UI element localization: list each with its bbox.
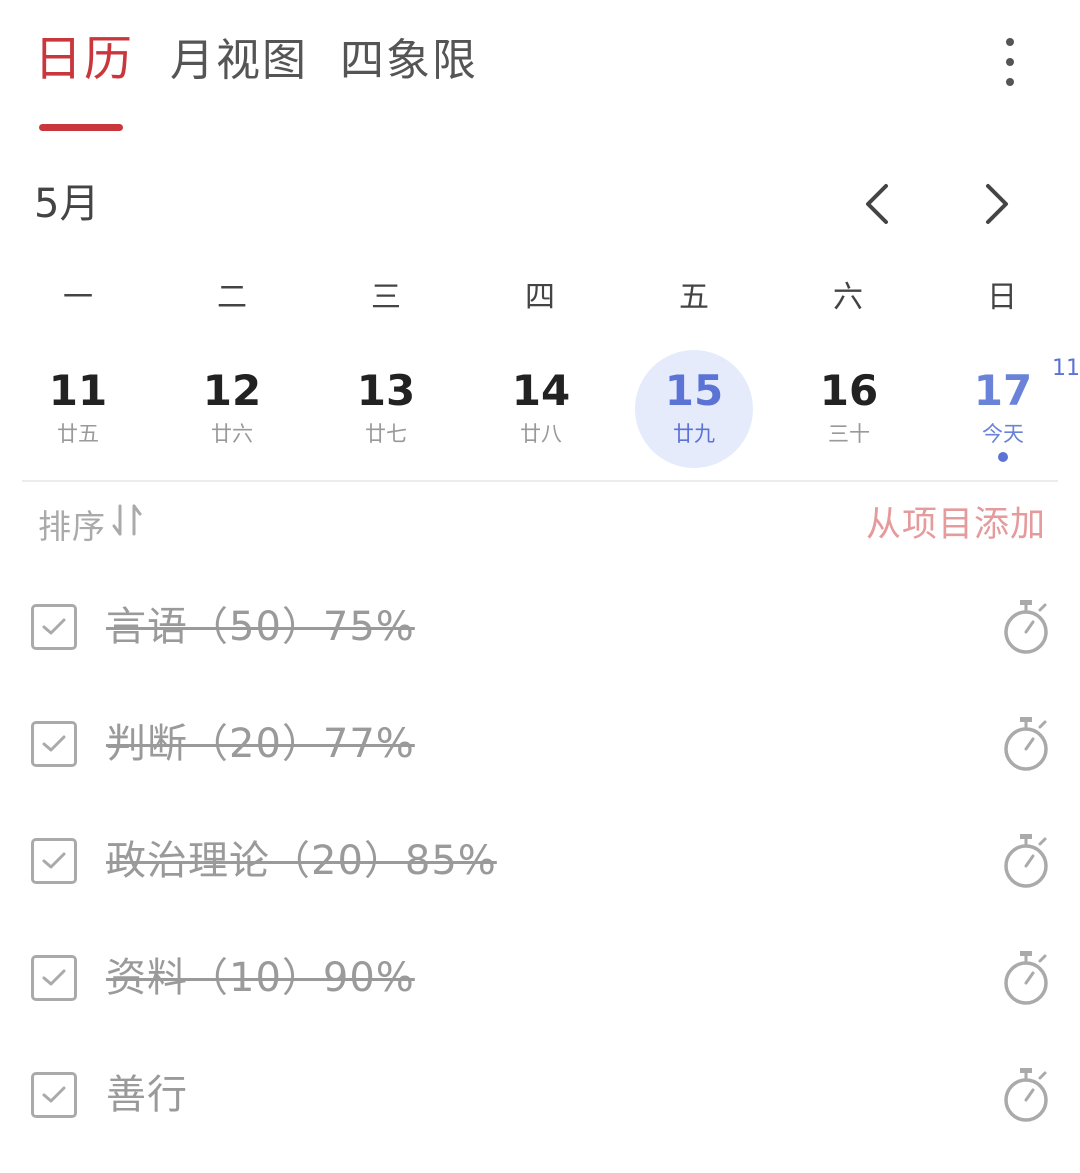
week-dates: 11 廿五 12 廿六 13 廿七 14 廿八 15 廿九 16 三十 17 今… xyxy=(0,348,1080,478)
task-row[interactable]: 判断（20）77% xyxy=(0,695,1080,795)
weekday-label: 三 xyxy=(371,280,401,315)
date-number: 17 xyxy=(973,366,1033,415)
tab-calendar[interactable]: 日历 xyxy=(34,30,134,88)
lunar-date: 今天 xyxy=(982,422,1024,446)
chevron-right-icon xyxy=(986,184,1008,224)
stopwatch-icon[interactable] xyxy=(1000,715,1054,775)
date-cell-today[interactable]: 17 今天 xyxy=(943,348,1063,472)
date-number: 15 xyxy=(664,366,724,415)
check-icon xyxy=(42,735,66,752)
add-from-project-link[interactable]: 从项目添加 xyxy=(866,500,1046,550)
stopwatch-icon[interactable] xyxy=(1000,949,1054,1009)
task-row[interactable]: 言语（50）75% xyxy=(0,578,1080,678)
lunar-date: 廿六 xyxy=(211,422,253,446)
weekday-label: 一 xyxy=(63,280,93,315)
active-tab-indicator xyxy=(39,124,123,131)
tab-quadrant[interactable]: 四象限 xyxy=(340,32,478,90)
prev-week-button[interactable] xyxy=(850,176,906,232)
lunar-date: 三十 xyxy=(828,422,870,446)
task-title: 言语（50）75% xyxy=(106,604,415,650)
task-checkbox[interactable] xyxy=(31,604,77,650)
lunar-date: 廿五 xyxy=(57,422,99,446)
check-icon xyxy=(42,1086,66,1103)
date-cell[interactable]: 11 廿五 xyxy=(18,348,138,472)
task-checkbox[interactable] xyxy=(31,955,77,1001)
dot xyxy=(1006,58,1014,66)
date-cell-selected[interactable]: 15 廿九 xyxy=(634,348,754,472)
next-week-button[interactable] xyxy=(968,176,1024,232)
date-number: 13 xyxy=(356,366,416,415)
task-title: 善行 xyxy=(106,1072,188,1118)
date-cell[interactable]: 16 三十 xyxy=(789,348,909,472)
month-label: 5月 xyxy=(34,181,100,227)
divider xyxy=(22,480,1058,482)
app-root: 日历 月视图 四象限 5月 一 二 三 四 五 六 日 11 廿五 12 廿六 … xyxy=(0,0,1080,1173)
check-icon xyxy=(42,618,66,635)
lunar-date: 廿八 xyxy=(520,422,562,446)
task-title: 判断（20）77% xyxy=(106,721,415,767)
stopwatch-icon[interactable] xyxy=(1000,832,1054,892)
weekday-label: 四 xyxy=(525,280,555,315)
lunar-date: 廿九 xyxy=(673,422,715,446)
task-row[interactable]: 政治理论（20）85% xyxy=(0,812,1080,912)
check-icon xyxy=(42,969,66,986)
date-number: 11 xyxy=(48,366,108,415)
weekday-label: 日 xyxy=(987,280,1017,315)
stopwatch-icon[interactable] xyxy=(1000,1066,1054,1126)
weekday-label: 六 xyxy=(833,280,863,315)
lunar-date: 廿七 xyxy=(365,422,407,446)
task-checkbox[interactable] xyxy=(31,1072,77,1118)
task-row[interactable]: 资料（10）90% xyxy=(0,929,1080,1029)
weekday-label: 二 xyxy=(217,280,247,315)
task-row[interactable]: 善行 xyxy=(0,1046,1080,1146)
weekday-header: 一 二 三 四 五 六 日 xyxy=(0,276,1080,320)
sort-button[interactable]: 排序 xyxy=(38,500,146,554)
date-number: 16 xyxy=(819,366,879,415)
sort-label: 排序 xyxy=(38,507,106,546)
chevron-left-icon xyxy=(866,184,888,224)
dot xyxy=(1006,38,1014,46)
date-cell[interactable]: 14 廿八 xyxy=(481,348,601,472)
date-number: 12 xyxy=(202,366,262,415)
task-title: 资料（10）90% xyxy=(106,955,415,1001)
sort-arrows-icon xyxy=(110,500,146,554)
task-checkbox[interactable] xyxy=(31,721,77,767)
today-indicator-dot xyxy=(998,452,1008,462)
corner-badge: 11 xyxy=(1052,356,1080,381)
date-number: 14 xyxy=(511,366,571,415)
weekday-label: 五 xyxy=(679,280,709,315)
tab-bar: 日历 月视图 四象限 xyxy=(0,0,1080,140)
more-vertical-icon[interactable] xyxy=(988,32,1032,92)
check-icon xyxy=(42,852,66,869)
stopwatch-icon[interactable] xyxy=(1000,598,1054,658)
tab-month-view[interactable]: 月视图 xyxy=(170,32,308,90)
task-title: 政治理论（20）85% xyxy=(106,838,497,884)
task-checkbox[interactable] xyxy=(31,838,77,884)
dot xyxy=(1006,78,1014,86)
date-cell[interactable]: 12 廿六 xyxy=(172,348,292,472)
date-cell[interactable]: 13 廿七 xyxy=(326,348,446,472)
